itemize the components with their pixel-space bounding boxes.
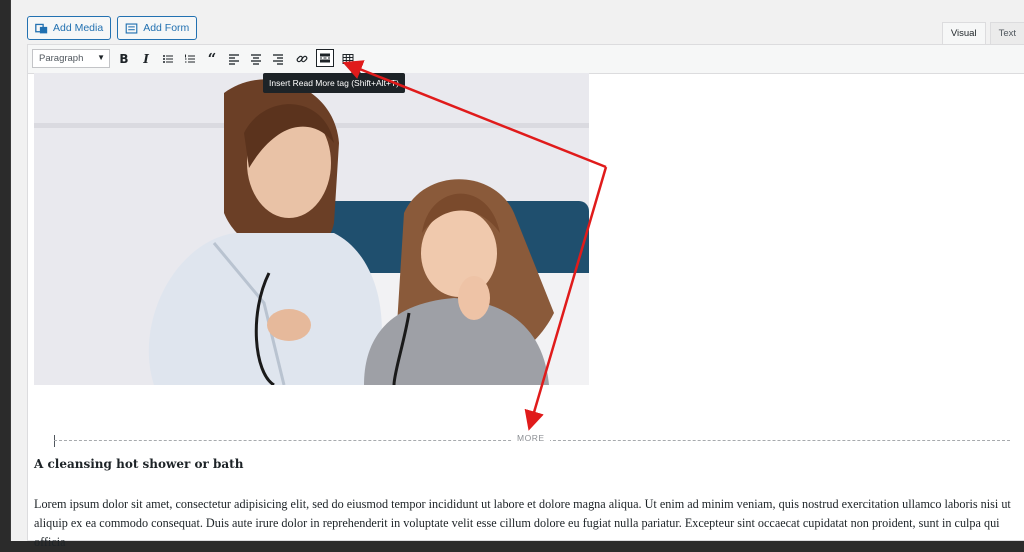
tab-text[interactable]: Text: [989, 22, 1024, 44]
format-select[interactable]: Paragraph ▼: [32, 49, 110, 68]
bullet-list-icon[interactable]: [160, 51, 176, 67]
numbered-list-icon[interactable]: [182, 51, 198, 67]
add-form-button[interactable]: Add Form: [117, 16, 198, 40]
toolbar-toggle-icon[interactable]: [340, 51, 356, 67]
read-more-icon[interactable]: [316, 49, 334, 67]
blockquote-icon[interactable]: “: [204, 50, 220, 68]
link-icon[interactable]: [294, 51, 310, 67]
doctor-child-photo: [34, 73, 589, 385]
add-media-label: Add Media: [53, 22, 104, 34]
editor-tabs: Visual Text: [941, 22, 1024, 44]
editor-toolbar: Paragraph ▼ B I “: [28, 45, 1024, 74]
media-icon: [35, 23, 48, 33]
add-form-label: Add Form: [143, 22, 190, 34]
media-buttons: Add Media Add Form: [27, 16, 198, 42]
editor-frame: Add Media Add Form Visual Text Paragraph…: [10, 0, 1024, 549]
form-icon: [125, 22, 138, 34]
italic-icon[interactable]: I: [138, 51, 154, 67]
content-heading: A cleansing hot shower or bath: [34, 457, 244, 471]
editor-area[interactable]: Paragraph ▼ B I “ MORE A cleansing hot s…: [27, 44, 1024, 549]
article-image[interactable]: [34, 73, 589, 385]
read-more-tooltip: Insert Read More tag (Shift+Alt+T): [263, 68, 405, 93]
add-media-button[interactable]: Add Media: [27, 16, 112, 40]
read-more-label: MORE: [512, 433, 550, 443]
content-paragraph: Lorem ipsum dolor sit amet, consectetur …: [34, 497, 1011, 549]
tab-visual[interactable]: Visual: [941, 22, 986, 44]
align-left-icon[interactable]: [226, 51, 242, 67]
format-select-value: Paragraph: [39, 53, 84, 64]
align-center-icon[interactable]: [248, 51, 264, 67]
bold-icon[interactable]: B: [116, 51, 132, 67]
chevron-down-icon: ▼: [97, 53, 105, 62]
align-right-icon[interactable]: [270, 51, 286, 67]
